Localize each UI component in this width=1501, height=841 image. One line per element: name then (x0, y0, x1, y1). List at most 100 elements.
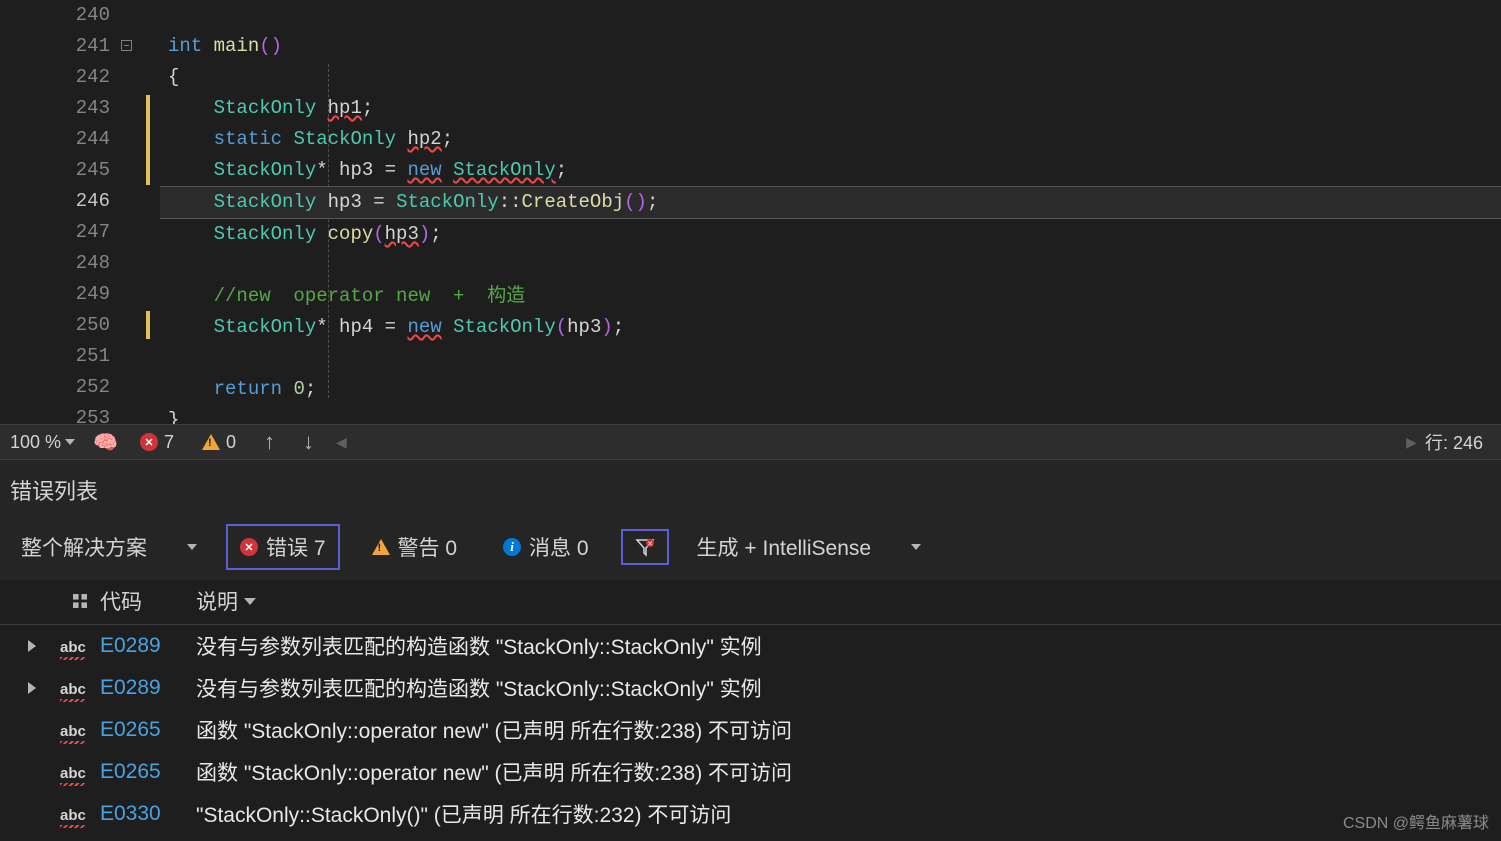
build-mode-dropdown[interactable]: 生成 + IntelliSense (687, 528, 932, 566)
line-number: 250 (0, 310, 110, 341)
zoom-dropdown[interactable]: 100 % (0, 432, 85, 453)
scope-dropdown[interactable]: 整个解决方案 (10, 527, 208, 567)
code-line-current[interactable]: StackOnly hp3 = StackOnly::CreateObj(); (160, 186, 1501, 219)
editor-statusbar: 100 % 🧠 7 0 ↑ ↓ ◀ ▶ 行: 246 (0, 424, 1501, 460)
scroll-right-icon[interactable]: ▶ (1406, 434, 1417, 451)
fold-toggle-icon[interactable] (121, 40, 132, 51)
error-row[interactable]: abc E0289没有与参数列表匹配的构造函数 "StackOnly::Stack… (0, 625, 1501, 667)
error-row[interactable]: abc E0265函数 "StackOnly::operator new" (已声… (0, 751, 1501, 793)
error-list-title: 错误列表 (0, 460, 1501, 516)
error-list-header: 代码 说明 (0, 580, 1501, 625)
code-editor[interactable]: 240 241 242 243 244 245 246 247 248 249 … (0, 0, 1501, 424)
column-description-label: 说明 (196, 586, 238, 616)
code-line[interactable]: StackOnly* hp4 = new StackOnly(hp3); (160, 312, 1501, 343)
code-area[interactable]: int main() { StackOnly hp1; static Stack… (160, 0, 1501, 424)
error-count[interactable]: 7 (126, 432, 188, 453)
category-cell: abc (60, 634, 100, 658)
expand-triangle-icon (28, 640, 36, 652)
error-count-value: 7 (164, 432, 174, 453)
line-number: 251 (0, 341, 110, 372)
scope-value: 整个解决方案 (21, 532, 147, 562)
expand-cell[interactable] (0, 640, 60, 652)
error-code[interactable]: E0265 (100, 718, 196, 742)
expand-cell[interactable] (0, 682, 60, 694)
code-line[interactable] (160, 250, 1501, 281)
abc-icon: abc (60, 639, 86, 656)
error-description: 函数 "StackOnly::operator new" (已声明 所在行数:2… (196, 757, 1491, 787)
error-row[interactable]: abc E0265函数 "StackOnly::operator new" (已声… (0, 709, 1501, 751)
abc-icon: abc (60, 681, 86, 698)
code-line[interactable]: StackOnly hp1; (160, 93, 1501, 124)
column-category[interactable] (60, 594, 100, 608)
code-line[interactable]: StackOnly copy(hp3); (160, 219, 1501, 250)
intellicode-icon[interactable]: 🧠 (85, 430, 126, 455)
scroll-left-icon[interactable]: ◀ (336, 434, 347, 451)
error-row[interactable]: abc E0289没有与参数列表匹配的构造函数 "StackOnly::Stack… (0, 667, 1501, 709)
errors-filter-button[interactable]: 错误 7 (226, 524, 340, 570)
error-list-toolbar: 整个解决方案 错误 7 警告 0 消息 0 ✕ 生成 + IntelliSens… (0, 516, 1501, 580)
error-description: 没有与参数列表匹配的构造函数 "StackOnly::StackOnly" 实例 (196, 631, 1491, 661)
zoom-value: 100 % (10, 432, 61, 453)
abc-icon: abc (60, 807, 86, 824)
column-code-header[interactable]: 代码 (100, 586, 196, 616)
code-line[interactable]: StackOnly* hp3 = new StackOnly; (160, 155, 1501, 186)
info-icon (503, 538, 521, 556)
abc-icon: abc (60, 723, 86, 740)
chevron-down-icon (187, 544, 197, 550)
change-marker (146, 311, 150, 339)
sort-descending-icon (244, 598, 256, 605)
code-line[interactable]: static StackOnly hp2; (160, 124, 1501, 155)
code-line[interactable] (160, 0, 1501, 31)
messages-filter-label: 消息 0 (529, 532, 589, 562)
category-cell: abc (60, 760, 100, 784)
warning-icon (372, 539, 390, 555)
nav-up-arrow-icon[interactable]: ↑ (250, 429, 289, 455)
watermark: CSDN @鳄鱼麻薯球 (1343, 809, 1489, 833)
category-cell: abc (60, 676, 100, 700)
filter-clear-icon: ✕ (635, 537, 655, 557)
errors-filter-label: 错误 7 (266, 532, 326, 562)
clear-filter-button[interactable]: ✕ (621, 529, 669, 565)
line-number: 252 (0, 372, 110, 403)
line-number: 244 (0, 124, 110, 155)
error-icon (240, 538, 258, 556)
nav-down-arrow-icon[interactable]: ↓ (289, 429, 328, 455)
code-line[interactable] (160, 343, 1501, 374)
code-line[interactable]: return 0; (160, 374, 1501, 405)
error-description: 函数 "StackOnly::operator new" (已声明 所在行数:2… (196, 715, 1491, 745)
error-description: 没有与参数列表匹配的构造函数 "StackOnly::StackOnly" 实例 (196, 673, 1491, 703)
line-number: 243 (0, 93, 110, 124)
horizontal-scrollbar[interactable]: ◀ ▶ (328, 434, 1425, 451)
column-description-header[interactable]: 说明 (196, 586, 1491, 616)
chevron-down-icon (65, 439, 75, 445)
code-line[interactable]: { (160, 62, 1501, 93)
line-number: 246 (0, 186, 110, 217)
line-number: 245 (0, 155, 110, 186)
error-code[interactable]: E0289 (100, 634, 196, 658)
warning-count[interactable]: 0 (188, 432, 250, 453)
error-list-panel: 错误列表 整个解决方案 错误 7 警告 0 消息 0 ✕ 生成 + Intell… (0, 460, 1501, 835)
error-code[interactable]: E0289 (100, 676, 196, 700)
change-marker (146, 95, 150, 185)
line-number: 248 (0, 248, 110, 279)
error-code[interactable]: E0265 (100, 760, 196, 784)
code-line[interactable]: int main() (160, 31, 1501, 62)
svg-text:✕: ✕ (647, 541, 653, 548)
abc-icon: abc (60, 765, 86, 782)
line-number: 249 (0, 279, 110, 310)
messages-filter-button[interactable]: 消息 0 (489, 524, 603, 570)
warning-count-value: 0 (226, 432, 236, 453)
error-code[interactable]: E0330 (100, 802, 196, 826)
warnings-filter-button[interactable]: 警告 0 (358, 524, 472, 570)
category-cell: abc (60, 802, 100, 826)
warning-icon (202, 434, 220, 450)
code-line[interactable]: //new operator new + 构造 (160, 281, 1501, 312)
error-description: "StackOnly::StackOnly()" (已声明 所在行数:232) … (196, 799, 1491, 829)
error-row[interactable]: abc E0330"StackOnly::StackOnly()" (已声明 所在… (0, 793, 1501, 835)
line-number: 247 (0, 217, 110, 248)
error-list-grid: abcE0289没有与参数列表匹配的构造函数 "StackOnly::Stack… (0, 625, 1501, 835)
build-mode-value: 生成 + IntelliSense (697, 532, 872, 562)
line-indicator[interactable]: 行: 246 (1425, 429, 1501, 455)
expand-triangle-icon (28, 682, 36, 694)
line-number: 240 (0, 0, 110, 31)
